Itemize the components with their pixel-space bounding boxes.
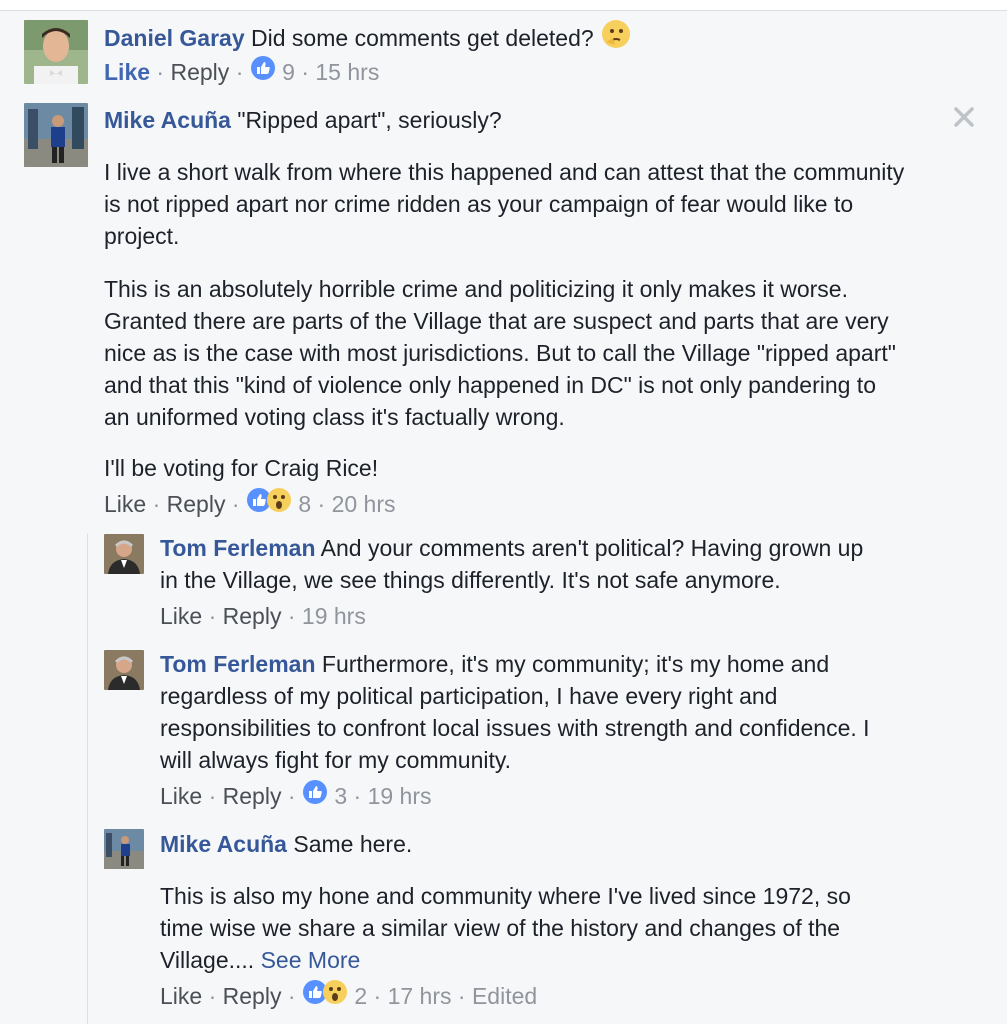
comment-text: Tom Ferleman And your comments aren't po… bbox=[160, 532, 863, 596]
comment-text: Mike Acuña "Ripped apart", seriously? bbox=[104, 104, 502, 136]
avatar[interactable] bbox=[104, 534, 144, 574]
like-button[interactable]: Like bbox=[104, 59, 150, 85]
comment-paragraph: This is also my hone and community where… bbox=[160, 880, 851, 976]
paragraph-line: project. bbox=[104, 223, 180, 249]
timestamp[interactable]: 19 hrs bbox=[302, 603, 366, 629]
separator: · bbox=[287, 983, 296, 1009]
avatar[interactable] bbox=[104, 829, 144, 869]
separator: · bbox=[156, 59, 165, 85]
comment-body-line: regardless of my political participation… bbox=[160, 683, 778, 709]
avatar[interactable] bbox=[104, 650, 144, 690]
separator: · bbox=[373, 983, 382, 1009]
comment-body: Did some comments get deleted? bbox=[251, 25, 594, 52]
like-button[interactable]: Like bbox=[104, 491, 146, 517]
separator: · bbox=[353, 783, 362, 809]
separator: · bbox=[152, 491, 161, 517]
paragraph-line: Granted there are parts of the Village t… bbox=[104, 308, 889, 334]
paragraph-line: time wise we share a similar view of the… bbox=[160, 915, 841, 941]
reply-button[interactable]: Reply bbox=[223, 783, 282, 809]
separator: · bbox=[301, 59, 309, 85]
comment-body: Same here. bbox=[293, 831, 413, 857]
wow-reaction-icon[interactable] bbox=[322, 979, 348, 1012]
comment-actions: Like · Reply · 8 · 20 hrs bbox=[104, 487, 396, 522]
reply-thread-line bbox=[87, 534, 88, 1024]
see-more-link[interactable]: See More bbox=[261, 947, 361, 973]
timestamp[interactable]: 15 hrs bbox=[315, 59, 379, 85]
comment-actions: Like · Reply · 9 · 15 hrs bbox=[104, 55, 379, 90]
comment-actions: Like · Reply · 3 · 19 hrs bbox=[160, 779, 432, 814]
paragraph-line: This is an absolutely horrible crime and… bbox=[104, 276, 848, 302]
author-name[interactable]: Tom Ferleman bbox=[160, 651, 316, 677]
separator: · bbox=[317, 491, 326, 517]
timestamp[interactable]: 19 hrs bbox=[368, 783, 432, 809]
comment-actions: Like · Reply · 19 hrs bbox=[160, 601, 366, 631]
comment-text: Daniel Garay Did some comments get delet… bbox=[104, 20, 632, 60]
author-name[interactable]: Mike Acuña bbox=[160, 831, 287, 857]
comment-actions: Like · Reply · 2 · 17 hrs · Edited bbox=[160, 979, 537, 1014]
wow-reaction-icon[interactable] bbox=[266, 487, 292, 520]
comment-paragraph: I live a short walk from where this happ… bbox=[104, 156, 904, 252]
reply-button[interactable]: Reply bbox=[223, 603, 282, 629]
separator: · bbox=[208, 603, 217, 629]
comment-paragraph: I'll be voting for Craig Rice! bbox=[104, 452, 378, 484]
close-icon[interactable] bbox=[950, 103, 978, 131]
like-reaction-icon[interactable] bbox=[302, 779, 328, 812]
comment-paragraph: This is an absolutely horrible crime and… bbox=[104, 273, 896, 433]
paragraph-line: an uniformed voting class it's factually… bbox=[104, 404, 565, 430]
comment-body: "Ripped apart", seriously? bbox=[237, 107, 502, 133]
comment-body: Furthermore, it's my community; it's my … bbox=[321, 651, 830, 677]
thinking-face-icon bbox=[600, 18, 632, 58]
author-name[interactable]: Tom Ferleman bbox=[160, 535, 316, 561]
like-button[interactable]: Like bbox=[160, 603, 202, 629]
reaction-count[interactable]: 8 bbox=[298, 491, 311, 517]
paragraph-line: is not ripped apart nor crime ridden as … bbox=[104, 191, 854, 217]
reaction-count[interactable]: 2 bbox=[354, 983, 367, 1009]
reaction-count[interactable]: 3 bbox=[334, 783, 347, 809]
comment-body-line: will always fight for my community. bbox=[160, 747, 512, 773]
separator: · bbox=[208, 983, 217, 1009]
reply-button[interactable]: Reply bbox=[223, 983, 282, 1009]
edited-label[interactable]: Edited bbox=[472, 983, 537, 1009]
comment-body: And your comments aren't political? Havi… bbox=[320, 535, 864, 561]
comment-body-line: responsibilities to confront local issue… bbox=[160, 715, 870, 741]
separator: · bbox=[457, 983, 466, 1009]
comment-body-line: in the Village, we see things differentl… bbox=[160, 567, 781, 593]
timestamp[interactable]: 20 hrs bbox=[332, 491, 396, 517]
separator: · bbox=[287, 603, 296, 629]
avatar[interactable] bbox=[24, 20, 88, 84]
separator: · bbox=[208, 783, 217, 809]
reply-button[interactable]: Reply bbox=[167, 491, 226, 517]
avatar[interactable] bbox=[24, 103, 88, 167]
reaction-count[interactable]: 9 bbox=[282, 59, 295, 85]
paragraph-line: I live a short walk from where this happ… bbox=[104, 159, 905, 185]
comment-text: Tom Ferleman Furthermore, it's my commun… bbox=[160, 648, 870, 776]
paragraph-line: This is also my hone and community where… bbox=[160, 883, 851, 909]
paragraph-line: Village.... bbox=[160, 947, 255, 973]
like-button[interactable]: Like bbox=[160, 983, 202, 1009]
separator: · bbox=[235, 59, 244, 85]
author-name[interactable]: Daniel Garay bbox=[104, 25, 245, 51]
comment-text: Mike Acuña Same here. bbox=[160, 828, 412, 860]
top-divider bbox=[0, 0, 1007, 11]
timestamp[interactable]: 17 hrs bbox=[388, 983, 452, 1009]
like-reaction-icon[interactable] bbox=[250, 55, 276, 88]
reply-button[interactable]: Reply bbox=[170, 59, 229, 85]
like-button[interactable]: Like bbox=[160, 783, 202, 809]
author-name[interactable]: Mike Acuña bbox=[104, 107, 231, 133]
separator: · bbox=[231, 491, 240, 517]
paragraph-line: and that this "kind of violence only hap… bbox=[104, 372, 876, 398]
paragraph-line: I'll be voting for Craig Rice! bbox=[104, 455, 379, 481]
separator: · bbox=[287, 783, 296, 809]
paragraph-line: nice as is the case with most jurisdicti… bbox=[104, 340, 896, 366]
